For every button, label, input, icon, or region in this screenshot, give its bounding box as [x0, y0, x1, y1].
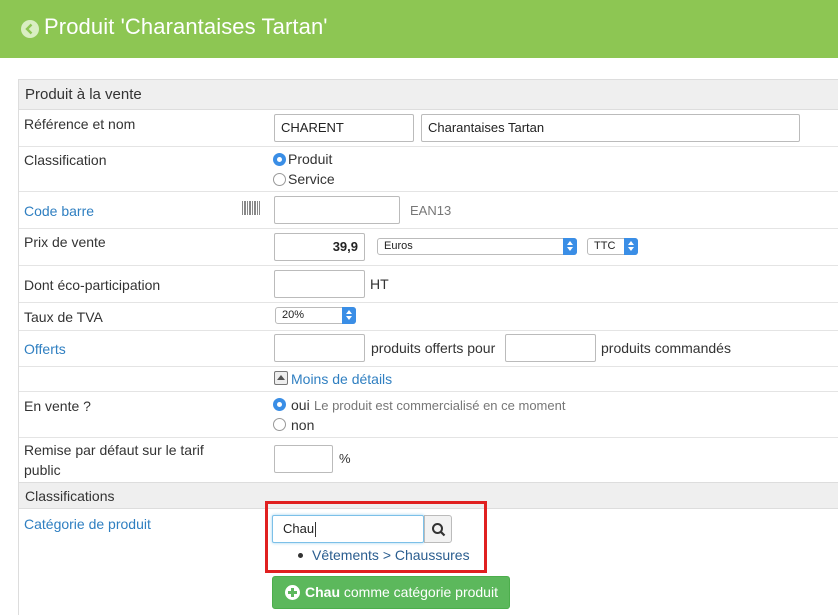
currency-value: Euros — [384, 240, 413, 252]
ordered-quantity-input[interactable] — [505, 334, 596, 362]
classification-radio-produit[interactable] — [273, 153, 286, 166]
row-divider — [19, 146, 838, 147]
barcode-link[interactable]: Code barre — [24, 201, 94, 221]
tax-mode-select[interactable]: TTC — [587, 238, 638, 255]
product-name-input[interactable]: Charantaises Tartan — [421, 114, 800, 142]
price-label: Prix de vente — [24, 234, 106, 250]
classification-option-produit: Produit — [288, 151, 333, 167]
classification-label: Classification — [24, 152, 107, 168]
on-sale-no-label: non — [291, 417, 315, 433]
offers-text-1: produits offerts pour — [371, 340, 496, 356]
plus-circle-icon — [285, 585, 300, 600]
section-heading-sale: Produit à la vente — [19, 80, 838, 110]
row-divider — [19, 228, 838, 229]
reference-code-input[interactable]: CHARENT — [274, 114, 414, 142]
row-divider — [19, 437, 838, 438]
reference-label: Référence et nom — [24, 116, 136, 132]
currency-select[interactable]: Euros — [377, 238, 577, 255]
discount-input[interactable] — [274, 445, 333, 473]
classification-radio-service[interactable] — [273, 173, 286, 186]
row-divider — [19, 191, 838, 192]
top-bar: Produit 'Charantaises Tartan' — [0, 0, 838, 58]
eco-unit: HT — [370, 276, 389, 292]
select-arrows-icon — [624, 238, 638, 255]
on-sale-label: En vente ? — [24, 398, 91, 414]
barcode-type: EAN13 — [410, 203, 452, 218]
add-category-button[interactable]: Chau comme catégorie produit — [272, 576, 510, 609]
vat-select[interactable]: 20% — [275, 307, 356, 324]
price-input[interactable]: 39,9 — [274, 233, 365, 261]
barcode-input[interactable] — [274, 196, 400, 224]
barcode-icon[interactable] — [242, 201, 260, 215]
offers-text-2: produits commandés — [601, 340, 731, 356]
tax-mode-value: TTC — [594, 240, 616, 252]
collapse-icon[interactable] — [274, 371, 288, 385]
row-divider — [19, 391, 838, 392]
offers-link[interactable]: Offerts — [24, 339, 66, 359]
category-link[interactable]: Catégorie de produit — [24, 514, 151, 534]
row-divider — [19, 366, 838, 367]
offered-quantity-input[interactable] — [274, 334, 365, 362]
highlight-box — [265, 501, 487, 573]
vat-label: Taux de TVA — [24, 309, 103, 325]
eco-label: Dont éco-participation — [24, 277, 161, 293]
row-divider — [19, 330, 838, 331]
classification-option-service: Service — [288, 171, 335, 187]
discount-unit: % — [339, 451, 351, 466]
discount-label: Remise par défaut sur le tarif public — [24, 442, 204, 478]
select-arrows-icon — [563, 238, 577, 255]
on-sale-radio-no[interactable] — [273, 418, 286, 431]
add-category-query: Chau — [305, 584, 340, 600]
add-category-text: comme catégorie produit — [340, 584, 498, 600]
less-details-link[interactable]: Moins de détails — [291, 369, 392, 389]
row-divider — [19, 302, 838, 303]
on-sale-radio-yes[interactable] — [273, 398, 286, 411]
vat-value: 20% — [282, 309, 305, 321]
row-divider — [19, 265, 838, 266]
page-title: Produit 'Charantaises Tartan' — [44, 14, 328, 39]
on-sale-yes-label: oui — [291, 397, 310, 413]
back-icon[interactable] — [21, 20, 39, 38]
eco-input[interactable] — [274, 270, 365, 298]
on-sale-note: Le produit est commercialisé en ce momen… — [314, 398, 566, 413]
select-arrows-icon — [342, 307, 356, 324]
